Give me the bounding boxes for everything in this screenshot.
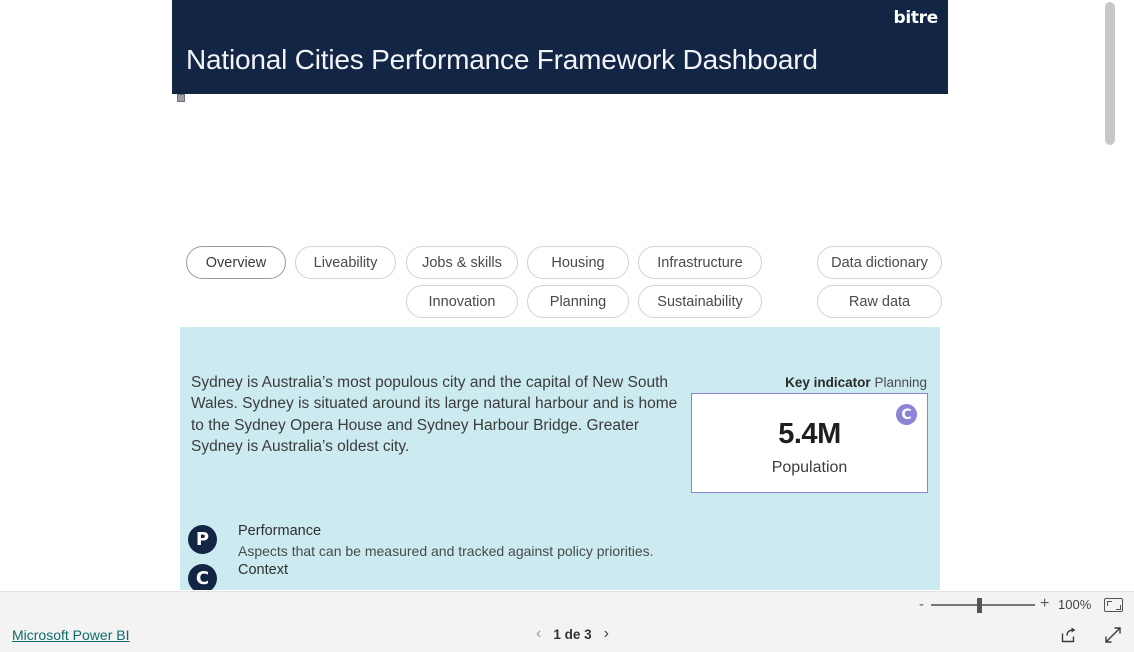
- zoom-slider[interactable]: [931, 604, 1035, 606]
- legend-item-performance: P Performance Aspects that can be measur…: [188, 523, 788, 564]
- legend-description-performance: Aspects that can be measured and tracked…: [238, 543, 654, 559]
- zoom-level-label: 100%: [1058, 597, 1092, 612]
- nav-pill-housing[interactable]: Housing: [527, 246, 629, 279]
- zoom-out-button[interactable]: -: [919, 597, 924, 613]
- key-indicator-value: 5.4M: [778, 418, 841, 450]
- key-indicator-label: Key indicator Planning: [785, 375, 927, 390]
- nav-pill-liveability[interactable]: Liveability: [295, 246, 396, 279]
- legend-title-performance: Performance: [238, 523, 322, 539]
- performance-badge-icon: P: [188, 525, 217, 554]
- legend-title-context: Context: [238, 562, 288, 578]
- nav-pill-planning[interactable]: Planning: [527, 285, 629, 318]
- section-nav-row-1: Overview Liveability Jobs & skills Housi…: [172, 246, 948, 285]
- vertical-scrollbar-thumb[interactable]: [1105, 2, 1115, 145]
- section-nav-row-2: Innovation Planning Sustainability Raw d…: [172, 285, 948, 324]
- key-indicator-label-category: Planning: [874, 375, 927, 390]
- legend-item-context: C Context: [188, 562, 788, 590]
- page-title: National Cities Performance Framework Da…: [186, 44, 818, 75]
- nav-pill-infrastructure[interactable]: Infrastructure: [638, 246, 762, 279]
- city-description-text: Sydney is Australia’s most populous city…: [191, 374, 678, 455]
- key-indicator-card[interactable]: C 5.4M Population: [691, 393, 928, 493]
- nav-pill-data-dictionary[interactable]: Data dictionary: [817, 246, 942, 279]
- key-indicator-metric-name: Population: [771, 459, 848, 476]
- zoom-slider-thumb[interactable]: [977, 598, 982, 613]
- footer-action-buttons: [1060, 626, 1122, 644]
- report-viewport: bitre National Cities Performance Framew…: [0, 0, 1118, 590]
- report-footer: Microsoft Power BI ‹ 1 de 3 ›: [0, 617, 1134, 652]
- previous-page-icon[interactable]: ‹: [536, 625, 541, 643]
- report-banner: bitre National Cities Performance Framew…: [172, 0, 948, 94]
- nav-pill-jobs-skills[interactable]: Jobs & skills: [406, 246, 518, 279]
- context-badge-icon-legend: C: [188, 564, 217, 590]
- visual-resize-handle[interactable]: [177, 94, 185, 102]
- bitre-logo: bitre: [893, 8, 938, 28]
- report-canvas: bitre National Cities Performance Framew…: [172, 0, 948, 590]
- microsoft-power-bi-link[interactable]: Microsoft Power BI: [12, 627, 129, 643]
- key-indicator-label-bold: Key indicator: [785, 375, 871, 390]
- indicator-type-legend: P Performance Aspects that can be measur…: [188, 523, 788, 590]
- powerbi-embed-page: bitre National Cities Performance Framew…: [0, 0, 1134, 652]
- next-page-icon[interactable]: ›: [604, 625, 609, 643]
- share-icon[interactable]: [1060, 626, 1078, 644]
- overview-content-panel: Sydney is Australia’s most populous city…: [180, 327, 940, 590]
- fullscreen-icon[interactable]: [1104, 626, 1122, 644]
- vertical-scrollbar-track[interactable]: [1102, 0, 1118, 590]
- nav-pill-overview[interactable]: Overview: [186, 246, 286, 279]
- nav-pill-raw-data[interactable]: Raw data: [817, 285, 942, 318]
- section-nav: Overview Liveability Jobs & skills Housi…: [172, 246, 948, 324]
- zoom-in-button[interactable]: +: [1040, 596, 1049, 612]
- nav-pill-sustainability[interactable]: Sustainability: [638, 285, 762, 318]
- fit-to-page-icon[interactable]: [1104, 598, 1123, 612]
- zoom-toolbar: - + 100%: [0, 591, 1134, 617]
- page-indicator-label: 1 de 3: [553, 626, 592, 642]
- page-navigation: ‹ 1 de 3 ›: [536, 625, 609, 643]
- nav-pill-innovation[interactable]: Innovation: [406, 285, 518, 318]
